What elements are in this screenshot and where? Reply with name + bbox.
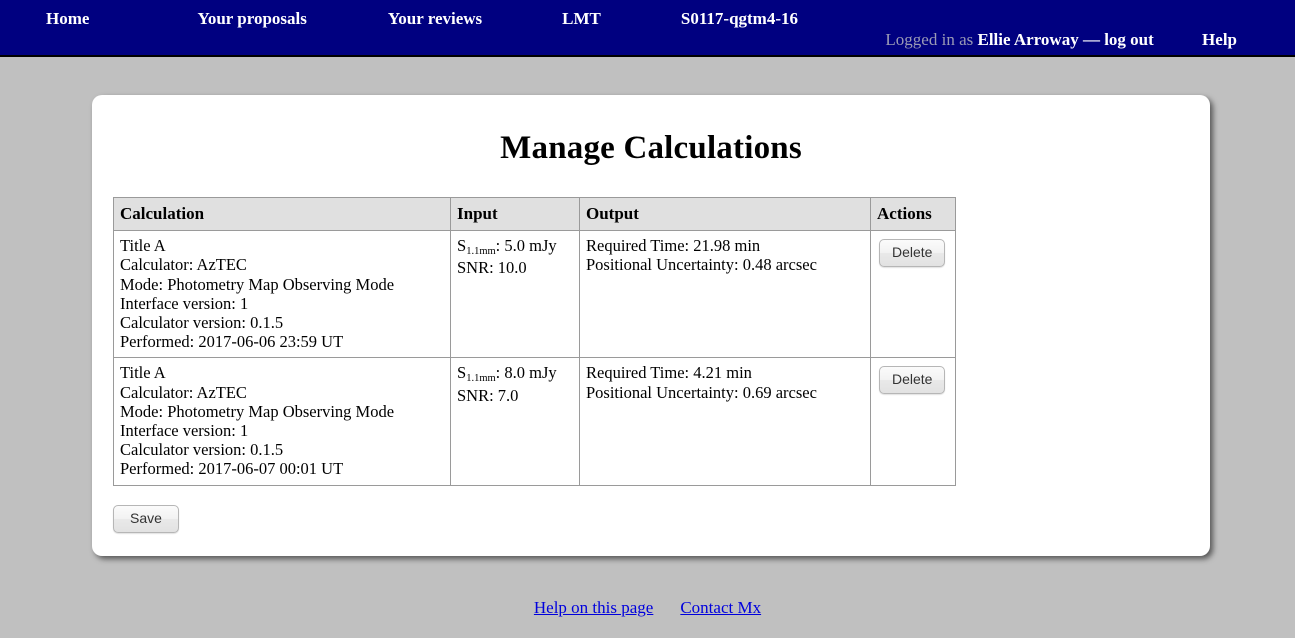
session-separator: — (1082, 30, 1100, 49)
nav-link-lmt[interactable]: LMT (562, 8, 601, 30)
output-required-time: Required Time: 21.98 min (586, 236, 761, 256)
input-snr: SNR: 7.0 (457, 385, 519, 405)
calculation-interface-version: Interface version: 1 (120, 421, 249, 441)
calculation-performed: Performed: 2017-06-07 00:01 UT (120, 459, 344, 479)
output-positional-uncertainty: Positional Uncertainty: 0.69 arcsec (586, 382, 817, 402)
table-row: Title A Calculator: AzTEC Mode: Photomet… (113, 357, 956, 486)
calculation-title: Title A (120, 363, 166, 383)
calculation-mode: Mode: Photometry Map Observing Mode (120, 401, 395, 421)
calculation-title: Title A (120, 236, 166, 256)
nav-link-your-reviews[interactable]: Your reviews (388, 8, 482, 30)
footer-link-contact-mx[interactable]: Contact Mx (680, 598, 761, 617)
calculation-calculator-version: Calculator version: 0.1.5 (120, 440, 284, 460)
column-header-calculation: Calculation (113, 196, 451, 232)
calculation-calculator: Calculator: AzTEC (120, 255, 247, 275)
table-row: Title A Calculator: AzTEC Mode: Photomet… (113, 230, 956, 359)
output-cell: Required Time: 21.98 min Positional Unce… (579, 230, 871, 359)
actions-cell: Delete (870, 230, 956, 359)
input-flux-symbol: S (457, 236, 467, 256)
calculation-cell: Title A Calculator: AzTEC Mode: Photomet… (113, 357, 451, 486)
input-cell: S1.1mm: 5.0 mJy SNR: 10.0 (450, 230, 580, 359)
input-flux-line: S1.1mm: 5.0 mJy (457, 236, 573, 258)
logged-in-label: Logged in as (885, 30, 974, 49)
nav-link-your-proposals[interactable]: Your proposals (197, 8, 306, 30)
calculation-interface-version: Interface version: 1 (120, 293, 249, 313)
calculation-calculator-version: Calculator version: 0.1.5 (120, 313, 284, 333)
page-title: Manage Calculations (500, 130, 802, 166)
input-flux-symbol: S (457, 363, 467, 383)
output-positional-uncertainty: Positional Uncertainty: 0.48 arcsec (586, 255, 817, 275)
calculation-mode: Mode: Photometry Map Observing Mode (120, 274, 395, 294)
input-flux-value: : 5.0 mJy (495, 236, 557, 256)
input-flux-value: : 8.0 mJy (495, 363, 557, 383)
footer: Help on this page Contact Mx (0, 598, 1295, 618)
input-snr: SNR: 10.0 (457, 258, 527, 278)
table-header-row: Calculation Input Output Actions (113, 196, 956, 232)
calculations-table: Calculation Input Output Actions Title A… (113, 196, 956, 486)
input-flux-line: S1.1mm: 8.0 mJy (457, 363, 573, 385)
nav-link-help[interactable]: Help (1202, 30, 1237, 49)
input-flux-subscript: 1.1mm (466, 373, 496, 385)
session-nav: Logged in as Ellie Arroway — log out Hel… (885, 29, 1295, 53)
delete-button[interactable]: Delete (879, 366, 946, 395)
actions-cell: Delete (870, 357, 956, 486)
content-panel: Manage Calculations Calculation Input Ou… (92, 95, 1210, 556)
input-flux-subscript: 1.1mm (466, 246, 496, 258)
calculation-performed: Performed: 2017-06-06 23:59 UT (120, 332, 344, 352)
delete-button[interactable]: Delete (879, 239, 946, 268)
output-cell: Required Time: 4.21 min Positional Uncer… (579, 357, 871, 486)
log-out-link[interactable]: log out (1104, 30, 1154, 49)
calculation-cell: Title A Calculator: AzTEC Mode: Photomet… (113, 230, 451, 359)
save-button[interactable]: Save (113, 504, 179, 533)
current-user-name: Ellie Arroway (977, 30, 1079, 49)
footer-link-help-on-this-page[interactable]: Help on this page (534, 598, 653, 617)
column-header-actions: Actions (870, 196, 956, 232)
nav-link-home[interactable]: Home (46, 8, 89, 30)
calculation-calculator: Calculator: AzTEC (120, 382, 247, 402)
output-required-time: Required Time: 4.21 min (586, 363, 752, 383)
column-header-output: Output (579, 196, 871, 232)
nav-link-proposal-code[interactable]: S0117-qgtm4-16 (681, 8, 798, 30)
column-header-input: Input (450, 196, 580, 232)
input-cell: S1.1mm: 8.0 mJy SNR: 7.0 (450, 357, 580, 486)
top-navigation-bar: Home Your proposals Your reviews LMT S01… (0, 0, 1295, 57)
